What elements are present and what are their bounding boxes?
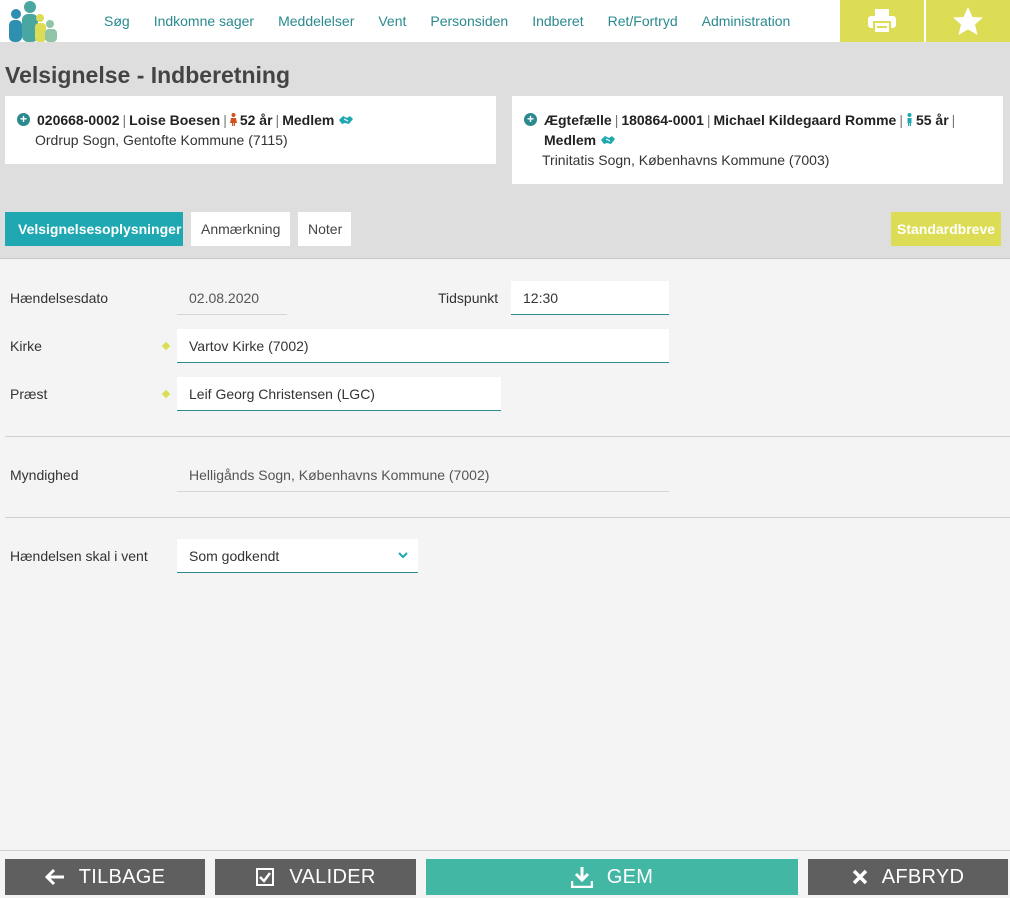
- tab-anmaerkning[interactable]: Anmærkning: [191, 212, 290, 246]
- nav-indkomne-sager[interactable]: Indkomne sager: [142, 13, 266, 29]
- person2-status: Medlem: [544, 132, 597, 148]
- nav-indberet[interactable]: Indberet: [520, 13, 595, 29]
- person1-parish: Ordrup Sogn, Gentofte Kommune (7115): [35, 132, 288, 148]
- nav-vent[interactable]: Vent: [366, 13, 418, 29]
- save-button[interactable]: GEM: [426, 859, 798, 895]
- wait-label: Hændelsen skal i vent: [10, 548, 148, 564]
- required-marker-icon: [10, 226, 16, 232]
- membership-handshake-icon: [339, 116, 354, 124]
- printer-icon: [868, 9, 896, 34]
- person2-parish: Trinitatis Sogn, Københavns Kommune (700…: [542, 152, 830, 168]
- event-date-label: Hændelsesdato: [10, 290, 109, 306]
- save-button-label: GEM: [606, 865, 654, 888]
- required-marker-icon: [161, 341, 171, 351]
- time-input[interactable]: 12:30: [511, 281, 669, 315]
- nav-administration[interactable]: Administration: [690, 13, 803, 29]
- person1-status: Medlem: [282, 112, 335, 128]
- church-input[interactable]: Vartov Kirke (7002): [177, 329, 669, 363]
- app-logo[interactable]: [4, 0, 62, 42]
- chevron-down-icon: [398, 552, 408, 559]
- nav-personsiden[interactable]: Personsiden: [418, 13, 520, 29]
- priest-label: Præst: [10, 386, 48, 402]
- priest-input[interactable]: Leif Georg Christensen (LGC): [177, 377, 501, 411]
- event-date-field: 02.08.2020: [177, 281, 287, 315]
- nav-meddelelser[interactable]: Meddelelser: [266, 13, 366, 29]
- person1-cpr[interactable]: 020668-0002: [37, 112, 120, 128]
- expand-icon[interactable]: +: [524, 113, 537, 126]
- page-title: Velsignelse - Indberetning: [5, 62, 291, 88]
- membership-handshake-icon: [601, 136, 616, 144]
- main-nav: Søg Indkomne sager Meddelelser Vent Pers…: [92, 0, 802, 42]
- wait-select[interactable]: Som godkendt: [177, 539, 418, 573]
- nav-soeg[interactable]: Søg: [92, 13, 142, 29]
- male-person-icon: [907, 113, 912, 126]
- back-button-label: TILBAGE: [78, 865, 166, 888]
- person2-cpr[interactable]: 180864-0001: [621, 112, 704, 128]
- star-icon: [953, 7, 983, 35]
- tab-noter[interactable]: Noter: [298, 212, 351, 246]
- female-person-icon: [229, 113, 237, 126]
- arrow-left-icon: [44, 868, 64, 886]
- validate-button[interactable]: VALIDER: [215, 859, 416, 895]
- print-button[interactable]: [840, 0, 924, 42]
- authority-field: Helligånds Sogn, Københavns Kommune (700…: [177, 458, 669, 492]
- tab-velsignelsesoplysninger[interactable]: Velsignelsesoplysninger: [5, 212, 183, 246]
- expand-icon[interactable]: +: [17, 113, 30, 126]
- cancel-button-label: AFBRYD: [881, 865, 965, 888]
- person-card-spouse: + Ægtefælle | 180864-0001 | Michael Kildegaa…: [512, 96, 1003, 184]
- church-label: Kirke: [10, 338, 42, 354]
- close-icon: [852, 869, 867, 885]
- tab-label: Velsignelsesoplysninger: [18, 221, 182, 237]
- person2-age: 55 år: [915, 112, 949, 128]
- authority-label: Myndighed: [10, 467, 79, 483]
- person2-name: Michael Kildegaard Romme: [713, 112, 897, 128]
- back-button[interactable]: TILBAGE: [5, 859, 205, 895]
- divider: [5, 517, 1010, 518]
- validate-button-label: VALIDER: [289, 865, 376, 888]
- divider: [5, 436, 1010, 437]
- checkbox-check-icon: [256, 868, 275, 886]
- person1-age: 52 år: [239, 112, 273, 128]
- person1-name: Loise Boesen: [129, 112, 221, 128]
- standardbreve-button[interactable]: Standardbreve: [891, 212, 1001, 246]
- top-navigation-bar: Søg Indkomne sager Meddelelser Vent Pers…: [0, 0, 1010, 42]
- nav-ret-fortryd[interactable]: Ret/Fortryd: [596, 13, 690, 29]
- cancel-button[interactable]: AFBRYD: [808, 859, 1008, 895]
- person2-role: Ægtefælle: [544, 112, 612, 128]
- download-icon: [570, 867, 593, 888]
- case-header: Velsignelse - Indberetning + 020668-0002…: [0, 42, 1010, 259]
- favorite-button[interactable]: [926, 0, 1010, 42]
- time-label: Tidspunkt: [438, 290, 499, 306]
- person-card-primary: + 020668-0002 | Loise Boesen | 52 år | Medlem …: [5, 96, 496, 164]
- wait-select-value: Som godkendt: [189, 547, 280, 564]
- required-marker-icon: [161, 389, 171, 399]
